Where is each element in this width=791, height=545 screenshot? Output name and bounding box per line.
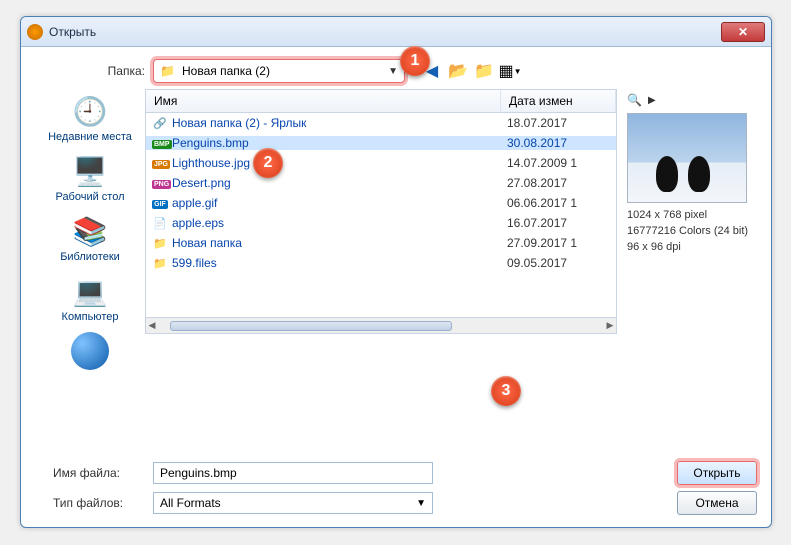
- file-row[interactable]: GIF apple.gif 06.06.2017 1: [146, 193, 616, 213]
- place-network[interactable]: [45, 333, 135, 371]
- folder-combo[interactable]: 📁 Новая папка (2) ▼: [153, 59, 405, 83]
- place-recent[interactable]: 🕘 Недавние места: [45, 93, 135, 143]
- file-name: Penguins.bmp: [172, 136, 249, 150]
- file-icon: PNG: [152, 177, 168, 189]
- filetype-value: All Formats: [160, 496, 221, 510]
- place-label: Недавние места: [48, 131, 132, 143]
- filetype-select[interactable]: All Formats ▼: [153, 492, 433, 514]
- annotation-badge-3: 3: [491, 376, 521, 406]
- filename-label: Имя файла:: [35, 466, 145, 480]
- place-desktop[interactable]: 🖥️ Рабочий стол: [45, 153, 135, 203]
- folder-icon: 📁: [160, 64, 176, 78]
- preview-tools: 🔍 ▶: [627, 89, 757, 111]
- places-bar: 🕘 Недавние места 🖥️ Рабочий стол 📚 Библи…: [35, 89, 145, 451]
- preview-info: 1024 x 768 pixel 16777216 Colors (24 bit…: [627, 207, 757, 255]
- file-list-body[interactable]: 🔗 Новая папка (2) - Ярлык 18.07.2017 BMP Pen…: [146, 113, 616, 317]
- app-icon: [27, 24, 43, 40]
- place-label: Рабочий стол: [55, 191, 124, 203]
- file-icon: 🔗: [152, 117, 168, 130]
- place-libraries[interactable]: 📚 Библиотеки: [45, 213, 135, 263]
- filename-row: Имя файла: Открыть: [35, 461, 757, 485]
- file-icon: JPG: [152, 157, 168, 169]
- computer-icon: 💻: [69, 273, 111, 309]
- preview-image: [627, 113, 747, 203]
- views-button[interactable]: ▦▼: [499, 60, 521, 82]
- file-name: 599.files: [172, 256, 217, 270]
- file-date: 27.08.2017: [501, 176, 616, 190]
- file-row[interactable]: 📄 apple.eps 16.07.2017: [146, 213, 616, 233]
- open-dialog: Открыть ✕ Папка: 📁 Новая папка (2) ▼ ◀ 📂…: [20, 16, 772, 528]
- scroll-thumb[interactable]: [170, 321, 452, 331]
- file-row[interactable]: BMP Penguins.bmp 30.08.2017: [146, 133, 616, 153]
- nav-buttons: ◀ 📂 📁 ▦▼: [421, 60, 521, 82]
- mid-area: 🕘 Недавние места 🖥️ Рабочий стол 📚 Библи…: [35, 89, 757, 451]
- preview-icon[interactable]: 🔍: [627, 93, 642, 107]
- file-row[interactable]: 📁 Новая папка 27.09.2017 1: [146, 233, 616, 253]
- filename-input[interactable]: [153, 462, 433, 484]
- filetype-row: Тип файлов: All Formats ▼ Отмена: [35, 491, 757, 515]
- folder-combo-text: Новая папка (2): [182, 64, 270, 78]
- new-folder-button[interactable]: 📁: [473, 60, 495, 82]
- file-date: 09.05.2017: [501, 256, 616, 270]
- col-name[interactable]: Имя: [146, 90, 501, 112]
- file-list-pane: Имя Дата измен 🔗 Новая папка (2) - Ярлык 1…: [145, 89, 617, 334]
- preview-dpi: 96 x 96 dpi: [627, 239, 757, 255]
- file-icon: 📁: [152, 257, 168, 270]
- file-icon: BMP: [152, 137, 168, 149]
- preview-colors: 16777216 Colors (24 bit): [627, 223, 757, 239]
- libraries-icon: 📚: [69, 213, 111, 249]
- horizontal-scrollbar[interactable]: ◀ ▶: [146, 317, 616, 333]
- file-date: 30.08.2017: [501, 136, 616, 150]
- window-title: Открыть: [49, 25, 721, 39]
- bottom-controls: Имя файла: Открыть Тип файлов: All Forma…: [35, 461, 757, 515]
- place-computer[interactable]: 💻 Компьютер: [45, 273, 135, 323]
- up-button[interactable]: 📂: [447, 60, 469, 82]
- file-row[interactable]: 🔗 Новая папка (2) - Ярлык 18.07.2017: [146, 113, 616, 133]
- folder-label: Папка:: [35, 64, 145, 78]
- file-name: apple.gif: [172, 196, 217, 210]
- file-name: Desert.png: [172, 176, 231, 190]
- file-date: 14.07.2009 1: [501, 156, 616, 170]
- annotation-badge-1: 1: [400, 46, 430, 76]
- file-date: 06.06.2017 1: [501, 196, 616, 210]
- col-date[interactable]: Дата измен: [501, 90, 616, 112]
- file-name: Новая папка (2) - Ярлык: [172, 116, 306, 130]
- file-date: 18.07.2017: [501, 116, 616, 130]
- file-icon: GIF: [152, 197, 168, 209]
- file-icon: 📁: [152, 237, 168, 250]
- file-name: Новая папка: [172, 236, 242, 250]
- file-name: apple.eps: [172, 216, 224, 230]
- file-name: Lighthouse.jpg: [172, 156, 250, 170]
- open-button[interactable]: Открыть: [677, 461, 757, 485]
- file-date: 16.07.2017: [501, 216, 616, 230]
- file-list-header: Имя Дата измен: [146, 90, 616, 113]
- dialog-content: Папка: 📁 Новая папка (2) ▼ ◀ 📂 📁 ▦▼ 🕘 Не…: [21, 47, 771, 527]
- preview-next-icon[interactable]: ▶: [648, 95, 656, 106]
- annotation-badge-2: 2: [253, 148, 283, 178]
- titlebar[interactable]: Открыть ✕: [21, 17, 771, 47]
- folder-row: Папка: 📁 Новая папка (2) ▼ ◀ 📂 📁 ▦▼: [35, 59, 757, 83]
- place-label: Библиотеки: [60, 251, 120, 263]
- file-date: 27.09.2017 1: [501, 236, 616, 250]
- desktop-icon: 🖥️: [69, 153, 111, 189]
- cancel-button[interactable]: Отмена: [677, 491, 757, 515]
- file-row[interactable]: JPG Lighthouse.jpg 14.07.2009 1: [146, 153, 616, 173]
- file-row[interactable]: PNG Desert.png 27.08.2017: [146, 173, 616, 193]
- folder-selector: 📁 Новая папка (2) ▼: [153, 59, 405, 83]
- preview-pane: 🔍 ▶ 1024 x 768 pixel 16777216 Colors (24…: [617, 89, 757, 451]
- chevron-down-icon: ▼: [388, 66, 398, 77]
- place-label: Компьютер: [62, 311, 119, 323]
- file-icon: 📄: [152, 217, 168, 230]
- preview-dimensions: 1024 x 768 pixel: [627, 207, 757, 223]
- filetype-label: Тип файлов:: [35, 496, 145, 510]
- recent-icon: 🕘: [69, 93, 111, 129]
- chevron-down-icon: ▼: [416, 498, 426, 509]
- file-row[interactable]: 📁 599.files 09.05.2017: [146, 253, 616, 273]
- network-icon: [69, 333, 111, 369]
- close-button[interactable]: ✕: [721, 22, 765, 42]
